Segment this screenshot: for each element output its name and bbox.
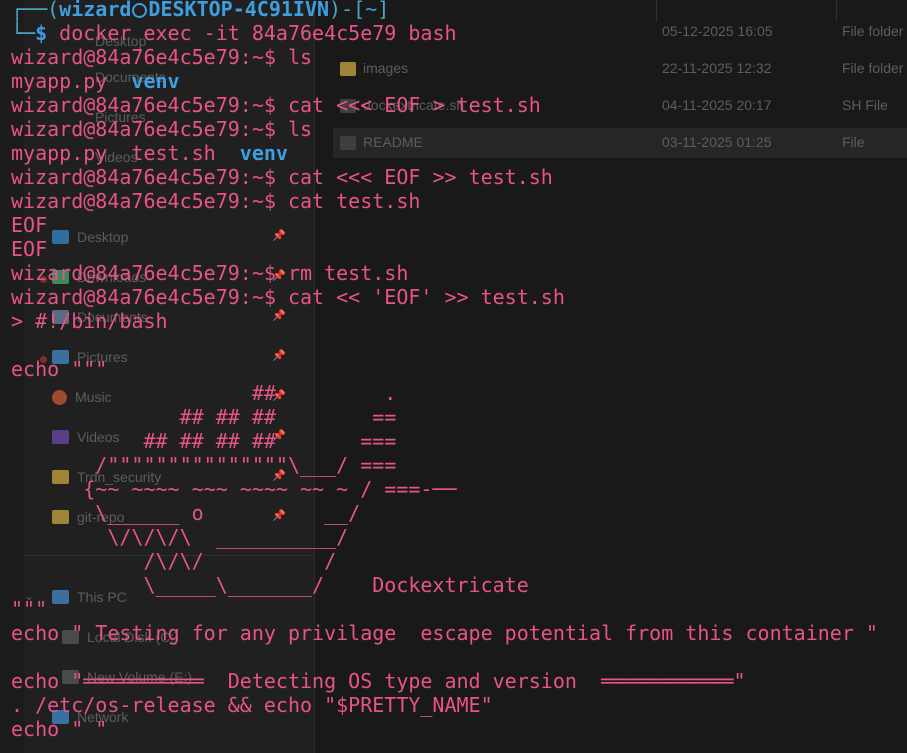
prompt-host: DESKTOP-4C91IVN <box>148 0 330 21</box>
command-text: ls <box>275 117 313 141</box>
container-prompt: wizard@84a76e4c5e79:~$ <box>11 93 276 117</box>
ls-output-directory: venv <box>239 141 288 165</box>
ascii-art-line: /"""""""""""""""\___/ === <box>11 453 397 477</box>
command-line: wizard@84a76e4c5e79:~$ rm test.sh <box>11 261 408 285</box>
container-prompt: wizard@84a76e4c5e79:~$ <box>11 45 276 69</box>
container-prompt: wizard@84a76e4c5e79:~$ <box>11 261 276 285</box>
command-line: wizard@84a76e4c5e79:~$ ls <box>11 117 312 141</box>
ascii-art-line: \/\/\/\ __________/ <box>11 525 349 549</box>
command-text: docker exec -it 84a76e4c5e79 bash <box>47 21 457 45</box>
heredoc-line: echo " " <box>11 717 108 741</box>
output-line: EOF <box>11 213 48 237</box>
ls-output-files: myapp.py test.sh <box>11 141 240 165</box>
command-line: wizard@84a76e4c5e79:~$ cat test.sh <box>11 189 420 213</box>
ascii-art-line: ## . <box>11 381 397 405</box>
command-text: ls <box>275 45 313 69</box>
prompt-user: wizard <box>59 0 132 21</box>
prompt-box-close: ] <box>377 0 390 21</box>
heredoc-line: echo """ <box>11 357 108 381</box>
command-text: cat << 'EOF' >> test.sh <box>275 285 565 309</box>
command-line: wizard@84a76e4c5e79:~$ cat <<< EOF >> te… <box>11 165 553 189</box>
container-prompt: wizard@84a76e4c5e79:~$ <box>11 165 276 189</box>
terminal-output[interactable]: ┌──(wizard DESKTOP-4C91IVN)-[~] └─$ docke… <box>0 0 907 753</box>
prompt-box-corner: └─ <box>11 21 36 45</box>
heredoc-line: > #!/bin/bash <box>11 309 168 333</box>
skull-icon <box>132 3 148 18</box>
ascii-art-line: ## ## ## ## === <box>11 429 397 453</box>
container-prompt: wizard@84a76e4c5e79:~$ <box>11 285 276 309</box>
command-line: wizard@84a76e4c5e79:~$ ls <box>11 45 312 69</box>
command-line: wizard@84a76e4c5e79:~$ cat <<< EOF > tes… <box>11 93 541 117</box>
container-prompt: wizard@84a76e4c5e79:~$ <box>11 189 276 213</box>
output-line: myapp.py test.sh venv <box>11 141 288 165</box>
ascii-art-line: \______ o __/ <box>11 501 361 525</box>
command-line: wizard@84a76e4c5e79:~$ cat << 'EOF' >> t… <box>11 285 565 309</box>
prompt-directory: ~ <box>365 0 378 21</box>
ls-output-files: myapp.py <box>11 69 132 93</box>
command-text: rm test.sh <box>275 261 409 285</box>
command-text: cat test.sh <box>275 189 421 213</box>
prompt-box-corner: ┌──( <box>11 0 60 21</box>
ascii-art-line: \_____\_______/ Dockextricate <box>11 573 529 597</box>
heredoc-line: echo "══════════ Detecting OS type and v… <box>11 669 746 693</box>
output-line: myapp.py venv <box>11 69 180 93</box>
ascii-art-line: /\/\/ / <box>11 549 337 573</box>
command-text: cat <<< EOF > test.sh <box>275 93 541 117</box>
heredoc-line: echo " Testing for any privilage escape … <box>11 621 878 645</box>
command-line: └─$ docker exec -it 84a76e4c5e79 bash <box>11 21 457 45</box>
heredoc-line: """ <box>11 597 48 621</box>
ls-output-directory: venv <box>131 69 180 93</box>
heredoc-line: . /etc/os-release && echo "$PRETTY_NAME" <box>11 693 493 717</box>
prompt-header-line: ┌──(wizard DESKTOP-4C91IVN)-[~] <box>11 0 389 21</box>
output-line: EOF <box>11 237 48 261</box>
prompt-dollar: $ <box>35 21 48 45</box>
prompt-box-separator: )-[ <box>329 0 366 21</box>
command-text: cat <<< EOF >> test.sh <box>275 165 553 189</box>
container-prompt: wizard@84a76e4c5e79:~$ <box>11 117 276 141</box>
ascii-art-line: {~~ ~~~~ ~~~ ~~~~ ~~ ~ / ===-── <box>11 477 457 501</box>
ascii-art-line: ## ## ## == <box>11 405 397 429</box>
